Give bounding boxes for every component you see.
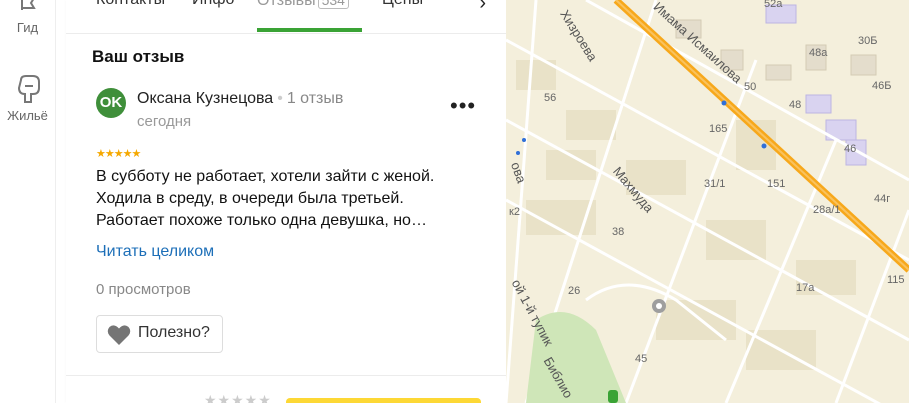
house-number: 48 <box>789 99 802 111</box>
tab-contacts-label: Контакты <box>96 0 165 8</box>
map[interactable]: Хизроева Имама Исмаилова Махмуда Библио … <box>506 0 909 403</box>
rail-item-guide-label: Гид <box>16 20 39 35</box>
active-tab-indicator <box>257 28 362 32</box>
author-name[interactable]: Оксана Кузнецова <box>137 90 273 107</box>
views-count: 0 просмотров <box>96 281 191 298</box>
review-date: сегодня <box>137 113 192 130</box>
useful-label: Полезно? <box>138 324 210 341</box>
house-number: 46Б <box>872 80 892 92</box>
review-text-line: Ходила в среду, в очереди была третьей. <box>96 190 404 207</box>
more-dots-icon[interactable]: ••• <box>450 93 476 119</box>
house-number: 46 <box>844 143 857 155</box>
house-number: 115 <box>887 274 905 286</box>
tab-info-label: Инфо <box>192 0 234 8</box>
tab-reviews-label: Отзывы <box>257 0 316 9</box>
tab-info[interactable]: Инфо <box>192 0 234 9</box>
house-number: 28а/1 <box>813 204 841 216</box>
guide-icon <box>20 0 36 10</box>
separator-dot: • <box>277 90 283 107</box>
house-number: 50 <box>744 81 757 93</box>
house-number: 30Б <box>858 35 878 47</box>
section-title: Ваш отзыв <box>92 47 185 66</box>
tab-prices-label: Цены <box>382 0 423 8</box>
rail-item-housing[interactable]: Жильё <box>0 74 55 123</box>
tab-contacts[interactable]: Контакты <box>96 0 165 9</box>
house-number: 56 <box>544 92 557 104</box>
housing-icon <box>17 75 40 103</box>
organization-panel: Контакты Инфо Отзывы534 Цены › Ваш отзыв… <box>66 0 506 403</box>
house-number: 151 <box>767 178 786 190</box>
useful-button[interactable]: Полезно? <box>96 315 223 353</box>
left-rail: Гид Жильё <box>0 0 56 403</box>
house-number: к2 <box>509 206 520 218</box>
rail-item-housing-label: Жильё <box>7 108 48 123</box>
house-number: 44г <box>874 193 891 205</box>
tab-bar: Контакты Инфо Отзывы534 Цены › <box>66 0 506 34</box>
write-review-button[interactable] <box>286 398 481 403</box>
house-number: 31/1 <box>704 178 726 190</box>
review-text-line: Работает похоже только одна девушка, но… <box>96 212 427 229</box>
divider <box>66 375 506 376</box>
tab-reviews[interactable]: Отзывы 534 <box>257 0 349 10</box>
house-number: 52а <box>764 0 783 10</box>
review-text: В субботу не работает, хотели зайти с же… <box>96 166 481 232</box>
review-author: Оксана Кузнецова • 1 отзыв <box>137 90 343 108</box>
house-number: 26 <box>568 285 581 297</box>
house-number: 38 <box>612 226 625 238</box>
heart-icon <box>107 325 131 345</box>
house-number: 17а <box>796 282 815 294</box>
house-number: 48а <box>809 47 828 59</box>
rating-stars: ★★★★★ <box>96 148 141 160</box>
house-number: 165 <box>709 123 728 135</box>
house-number: 45 <box>635 353 648 365</box>
tab-prices[interactable]: Цены <box>382 0 423 9</box>
rate-stars-input[interactable]: ★★★★★ <box>204 392 272 403</box>
rail-item-guide[interactable]: Гид <box>0 0 55 35</box>
tabs-next-chevron-icon[interactable]: › <box>479 0 486 15</box>
tab-reviews-count: 534 <box>317 0 349 9</box>
author-reviews-count: 1 отзыв <box>286 90 344 107</box>
avatar[interactable]: OK <box>96 88 126 118</box>
read-more-link[interactable]: Читать целиком <box>96 243 214 261</box>
review-text-line: В субботу не работает, хотели зайти с же… <box>96 168 435 185</box>
